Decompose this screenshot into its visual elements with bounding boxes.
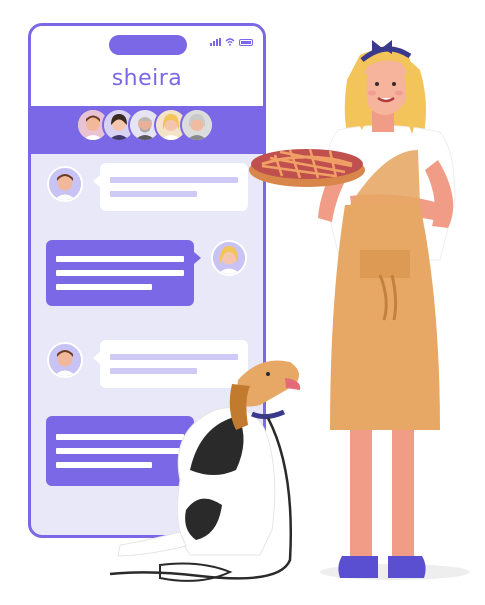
illustration-woman-with-pie-and-dog (109, 40, 470, 582)
pie (249, 148, 365, 187)
woman-figure (318, 40, 456, 578)
dog (109, 360, 301, 582)
